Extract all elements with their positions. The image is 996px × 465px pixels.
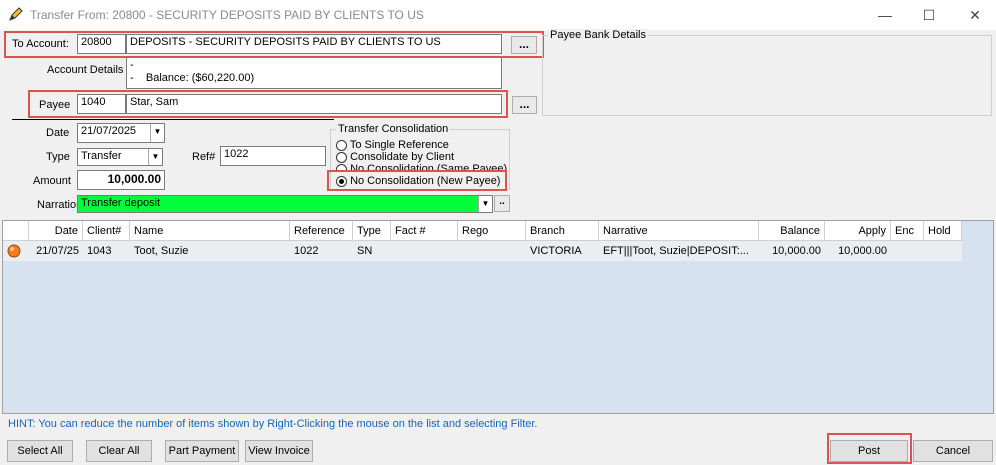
amount-label: Amount (33, 175, 71, 187)
radio-no-consolidation-new-payee[interactable]: No Consolidation (New Payee) (336, 175, 500, 187)
radio-circle-selected[interactable] (336, 175, 347, 187)
col-narrative[interactable]: Narrative (599, 221, 759, 241)
account-details-box: - - Balance: ($60,220.00) (126, 57, 502, 89)
ref-label: Ref# (192, 151, 216, 163)
col-type[interactable]: Type (353, 221, 391, 241)
payee-browse-button[interactable]: ... (512, 96, 537, 114)
separator (12, 119, 334, 120)
maximize-button[interactable]: ☐ (906, 0, 952, 30)
clear-all-button[interactable]: Clear All (86, 440, 152, 462)
payee-bank-details-group (542, 35, 992, 116)
col-balance[interactable]: Balance (759, 221, 825, 241)
col-name[interactable]: Name (130, 221, 290, 241)
col-reference[interactable]: Reference (290, 221, 353, 241)
select-all-button[interactable]: Select All (7, 440, 73, 462)
radio-circle[interactable] (336, 139, 347, 151)
part-payment-button[interactable]: Part Payment (165, 440, 239, 462)
close-button[interactable]: ✕ (952, 0, 996, 30)
cell-hold (924, 241, 962, 261)
narration-browse-button[interactable]: .. (494, 195, 510, 212)
to-account-browse-button[interactable]: ... (511, 36, 537, 54)
payee-label: Payee (39, 99, 71, 111)
payee-name-input[interactable]: Star, Sam (126, 94, 502, 114)
col-rego[interactable]: Rego (458, 221, 526, 241)
radio-label: No Consolidation (New Payee) (350, 175, 501, 187)
narration-label: Narration (37, 199, 83, 211)
row-indicator (3, 241, 29, 261)
date-picker[interactable]: 21/07/2025 ▼ (77, 123, 165, 143)
account-details-label: Account Details (47, 64, 124, 76)
payee-bank-details-label: Payee Bank Details (548, 29, 648, 41)
cell-apply: 10,000.00 (825, 241, 891, 261)
to-account-code-input[interactable]: 20800 (77, 34, 126, 54)
date-value: 21/07/2025 (81, 125, 137, 137)
cell-fact (391, 241, 458, 261)
date-label: Date (46, 127, 70, 139)
amount-input[interactable]: 10,000.00 (77, 170, 165, 190)
cell-date: 21/07/25 (29, 241, 83, 261)
chevron-down-icon[interactable]: ▼ (150, 124, 164, 142)
type-select[interactable]: Transfer ▼ (77, 148, 163, 166)
payee-code-input[interactable]: 1040 (77, 94, 126, 114)
account-details-line1: - (130, 59, 134, 71)
transfer-consolidation-title: Transfer Consolidation (336, 123, 451, 135)
col-apply[interactable]: Apply (825, 221, 891, 241)
cell-branch: VICTORIA (526, 241, 599, 261)
header-indicator (3, 221, 29, 241)
post-button[interactable]: Post (830, 440, 908, 462)
col-client[interactable]: Client# (83, 221, 130, 241)
status-dot-icon (7, 244, 21, 258)
cell-client: 1043 (83, 241, 130, 261)
window-title: Transfer From: 20800 - SECURITY DEPOSITS… (30, 8, 424, 22)
radio-to-single-reference[interactable]: To Single Reference (336, 139, 449, 151)
cell-enc (891, 241, 924, 261)
cell-reference: 1022 (290, 241, 353, 261)
type-value: Transfer (81, 150, 122, 162)
cell-name: Toot, Suzie (130, 241, 290, 261)
col-date[interactable]: Date (29, 221, 83, 241)
cell-rego (458, 241, 526, 261)
col-fact[interactable]: Fact # (391, 221, 458, 241)
radio-consolidate-by-client[interactable]: Consolidate by Client (336, 151, 454, 163)
cell-narrative: EFT|||Toot, Suzie|DEPOSIT:... (599, 241, 759, 261)
narration-value: Transfer deposit (81, 197, 161, 209)
cell-type: SN (353, 241, 391, 261)
radio-label: To Single Reference (349, 139, 449, 151)
chevron-down-icon[interactable]: ▼ (478, 196, 492, 212)
radio-label: Consolidate by Client (350, 151, 455, 163)
type-label: Type (46, 151, 70, 163)
cell-balance: 10,000.00 (759, 241, 825, 261)
to-account-label: To Account: (12, 38, 69, 50)
col-enc[interactable]: Enc (891, 221, 924, 241)
narration-combo[interactable]: Transfer deposit ▼ (77, 195, 493, 213)
chevron-down-icon[interactable]: ▼ (148, 149, 162, 165)
ref-input[interactable]: 1022 (220, 146, 326, 166)
col-branch[interactable]: Branch (526, 221, 599, 241)
minimize-button[interactable]: — (862, 0, 908, 30)
transactions-grid[interactable]: Date Client# Name Reference Type Fact # … (2, 220, 994, 414)
view-invoice-button[interactable]: View Invoice (245, 440, 313, 462)
pencil-icon (9, 7, 23, 21)
col-hold[interactable]: Hold (924, 221, 962, 241)
cancel-button[interactable]: Cancel (913, 440, 993, 462)
radio-circle[interactable] (336, 151, 347, 163)
account-details-line2: - Balance: ($60,220.00) (130, 72, 255, 84)
hint-text: HINT: You can reduce the number of items… (8, 418, 538, 430)
to-account-name-input[interactable]: DEPOSITS - SECURITY DEPOSITS PAID BY CLI… (126, 34, 502, 54)
